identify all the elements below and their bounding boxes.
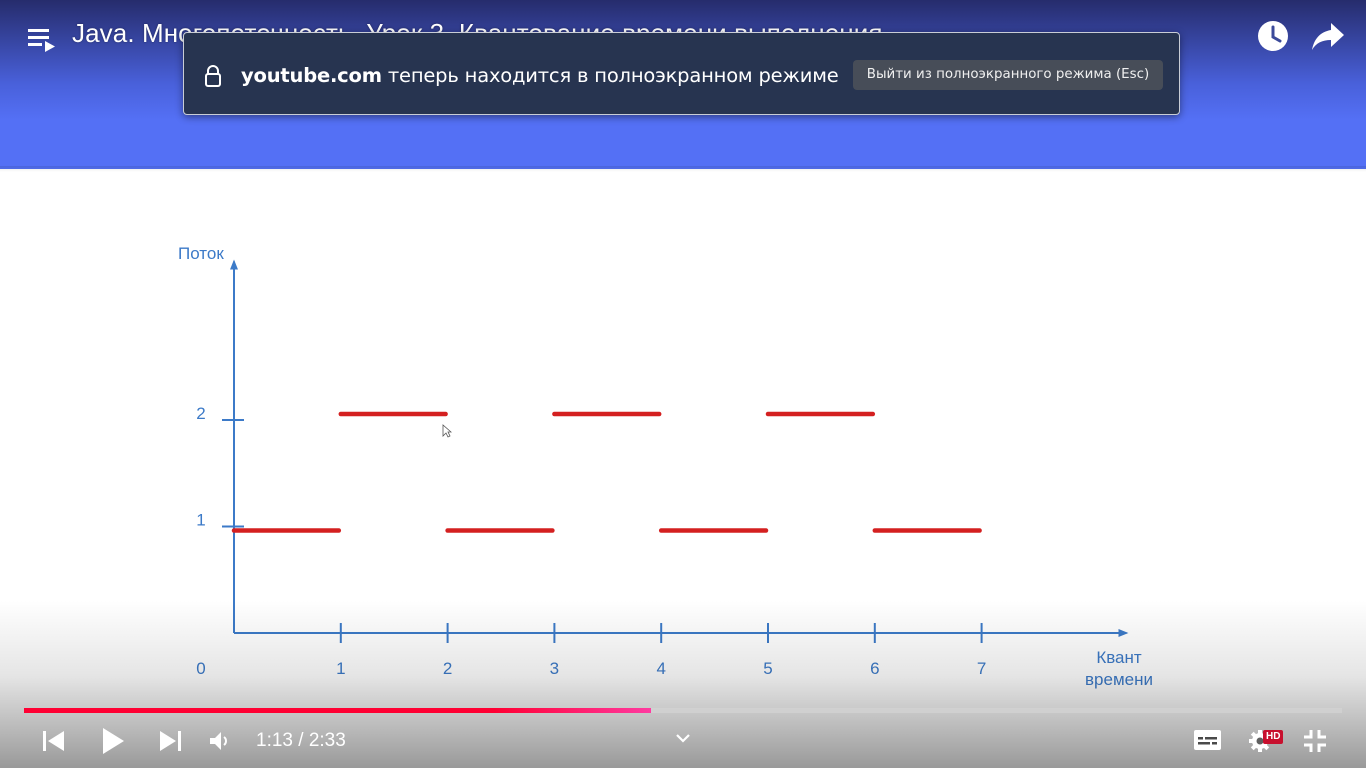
exit-fullscreen-icon[interactable] bbox=[1303, 729, 1327, 753]
playlist-icon[interactable] bbox=[26, 24, 58, 54]
video-player[interactable]: 0123456712ПотокКвантвремени Java. Многоп… bbox=[0, 0, 1366, 768]
fullscreen-notification: youtube.com теперь находится в полноэкра… bbox=[183, 32, 1180, 115]
volume-icon[interactable] bbox=[209, 731, 233, 751]
subtitles-icon[interactable] bbox=[1194, 729, 1221, 751]
y-tick-label: 2 bbox=[196, 404, 205, 423]
y-tick-label: 1 bbox=[196, 511, 205, 530]
fullscreen-message-text: теперь находится в полноэкранном режиме bbox=[381, 64, 839, 87]
chart-axes bbox=[230, 259, 1129, 637]
next-icon[interactable] bbox=[158, 730, 182, 752]
lock-icon bbox=[205, 65, 221, 87]
hd-badge: HD bbox=[1263, 730, 1284, 744]
share-icon[interactable] bbox=[1310, 20, 1346, 52]
previous-icon[interactable] bbox=[42, 730, 66, 752]
time-display: 1:13 / 2:33 bbox=[256, 730, 346, 751]
chevron-down-icon[interactable] bbox=[676, 732, 690, 744]
fullscreen-message: youtube.com теперь находится в полноэкра… bbox=[241, 64, 839, 87]
exit-fullscreen-button[interactable]: Выйти из полноэкранного режима (Esc) bbox=[853, 60, 1163, 90]
chart-segments bbox=[231, 411, 982, 533]
play-icon[interactable] bbox=[100, 727, 126, 755]
watch-later-icon[interactable] bbox=[1256, 19, 1290, 53]
progress-bar[interactable] bbox=[24, 708, 1342, 713]
y-axis-label: Поток bbox=[178, 244, 224, 263]
fullscreen-domain: youtube.com bbox=[241, 64, 382, 87]
mouse-cursor-icon bbox=[442, 424, 452, 438]
progress-played bbox=[24, 708, 652, 713]
